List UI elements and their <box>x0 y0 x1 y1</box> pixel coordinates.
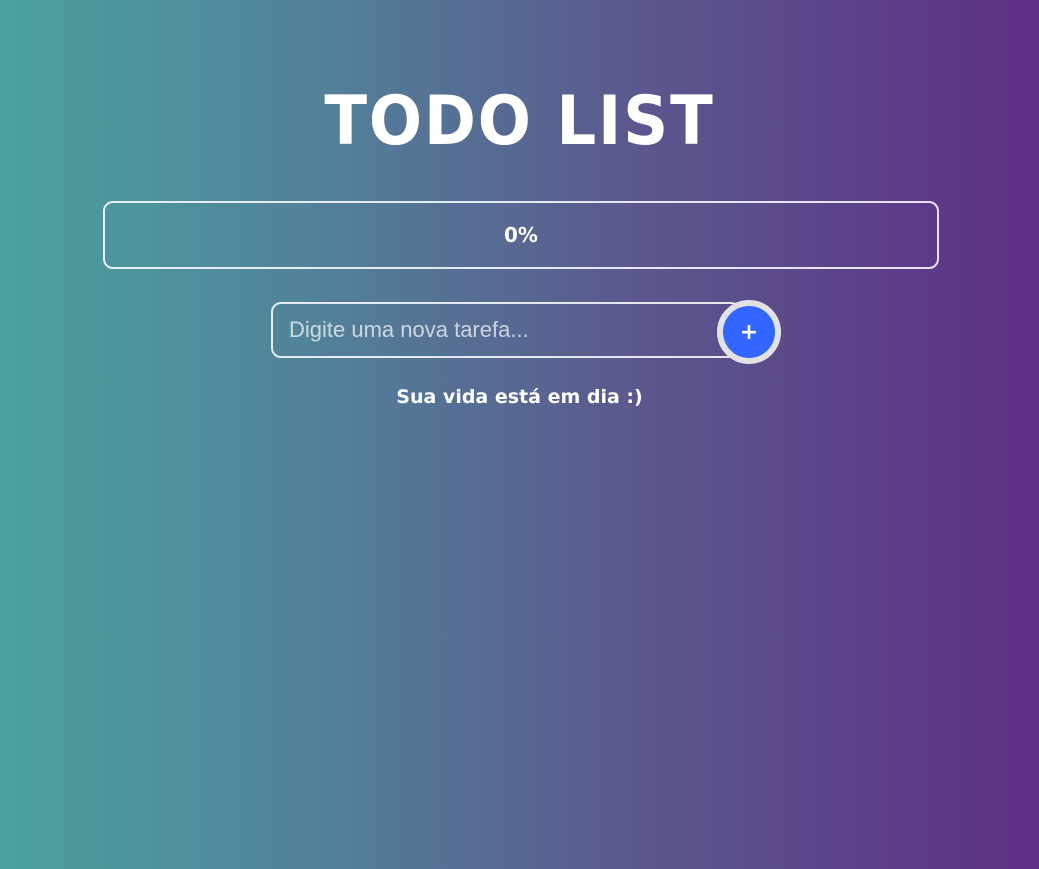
todo-app: TODO LIST 0% + Sua vida está em dia :) <box>0 0 1039 869</box>
new-task-input[interactable] <box>271 302 741 358</box>
empty-state-message: Sua vida está em dia :) <box>396 386 643 408</box>
add-task-button[interactable]: + <box>717 300 781 364</box>
new-task-form: + <box>271 300 783 364</box>
progress-label: 0% <box>504 223 538 247</box>
page-title: TODO LIST <box>324 82 715 161</box>
progress-bar: 0% <box>103 201 939 269</box>
plus-icon: + <box>739 319 759 345</box>
